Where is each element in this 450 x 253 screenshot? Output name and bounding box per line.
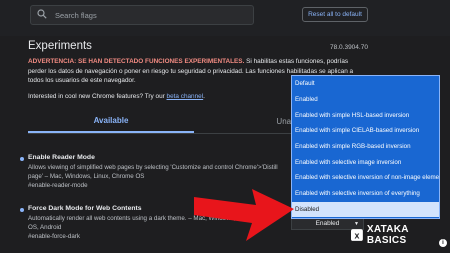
version-label: 78.0.3904.70 xyxy=(330,44,368,51)
beta-promo-text: Interested in cool new Chrome features? … xyxy=(28,93,167,100)
beta-promo: Interested in cool new Chrome features? … xyxy=(28,93,205,100)
search-box[interactable] xyxy=(30,5,254,25)
option-hsl-inversion[interactable]: Enabled with simple HSL-based inversion xyxy=(292,107,439,123)
brand-name: XATAKA BASICS xyxy=(366,224,409,246)
flag-indicator-dot xyxy=(20,208,24,212)
brand-watermark: x XATAKA BASICS xyxy=(351,224,450,246)
dark-mode-options-list[interactable]: Default Enabled Enabled with simple HSL-… xyxy=(291,75,440,219)
option-enabled[interactable]: Enabled xyxy=(292,92,439,108)
option-rgb-inversion[interactable]: Enabled with simple RGB-based inversion xyxy=(292,139,439,155)
tab-available[interactable]: Available xyxy=(28,110,194,133)
brand-logo-icon: x xyxy=(351,229,363,241)
svg-text:x: x xyxy=(354,230,359,240)
search-icon xyxy=(37,6,47,24)
option-non-image-inversion[interactable]: Enabled with selective inversion of non-… xyxy=(292,170,439,186)
flag-link[interactable]: #enable-reader-mode xyxy=(28,182,88,189)
option-everything-inversion[interactable]: Enabled with selective inversion of ever… xyxy=(292,186,439,202)
top-bar: Reset all to default xyxy=(0,0,450,36)
select-value: Enabled xyxy=(315,220,340,227)
beta-promo-end: . xyxy=(203,93,205,100)
flag-indicator-dot xyxy=(20,157,24,161)
beta-channel-link[interactable]: beta channel xyxy=(167,93,204,100)
flag-title: Enable Reader Mode xyxy=(28,154,95,161)
flag-title: Force Dark Mode for Web Contents xyxy=(28,205,142,212)
flag-link[interactable]: #enable-force-dark xyxy=(28,233,80,240)
reset-all-button[interactable]: Reset all to default xyxy=(302,7,368,22)
search-input[interactable] xyxy=(53,9,237,21)
red-arrow-annotation xyxy=(194,189,294,241)
option-disabled[interactable]: Disabled xyxy=(292,201,439,218)
option-image-inversion[interactable]: Enabled with selective image inversion xyxy=(292,154,439,170)
page-title: Experiments xyxy=(28,40,92,52)
option-cielab-inversion[interactable]: Enabled with simple CIELAB-based inversi… xyxy=(292,123,439,139)
warning-bold: ADVERTENCIA: SE HAN DETECTADO FUNCIONES … xyxy=(28,58,245,65)
option-default[interactable]: Default xyxy=(292,76,439,92)
